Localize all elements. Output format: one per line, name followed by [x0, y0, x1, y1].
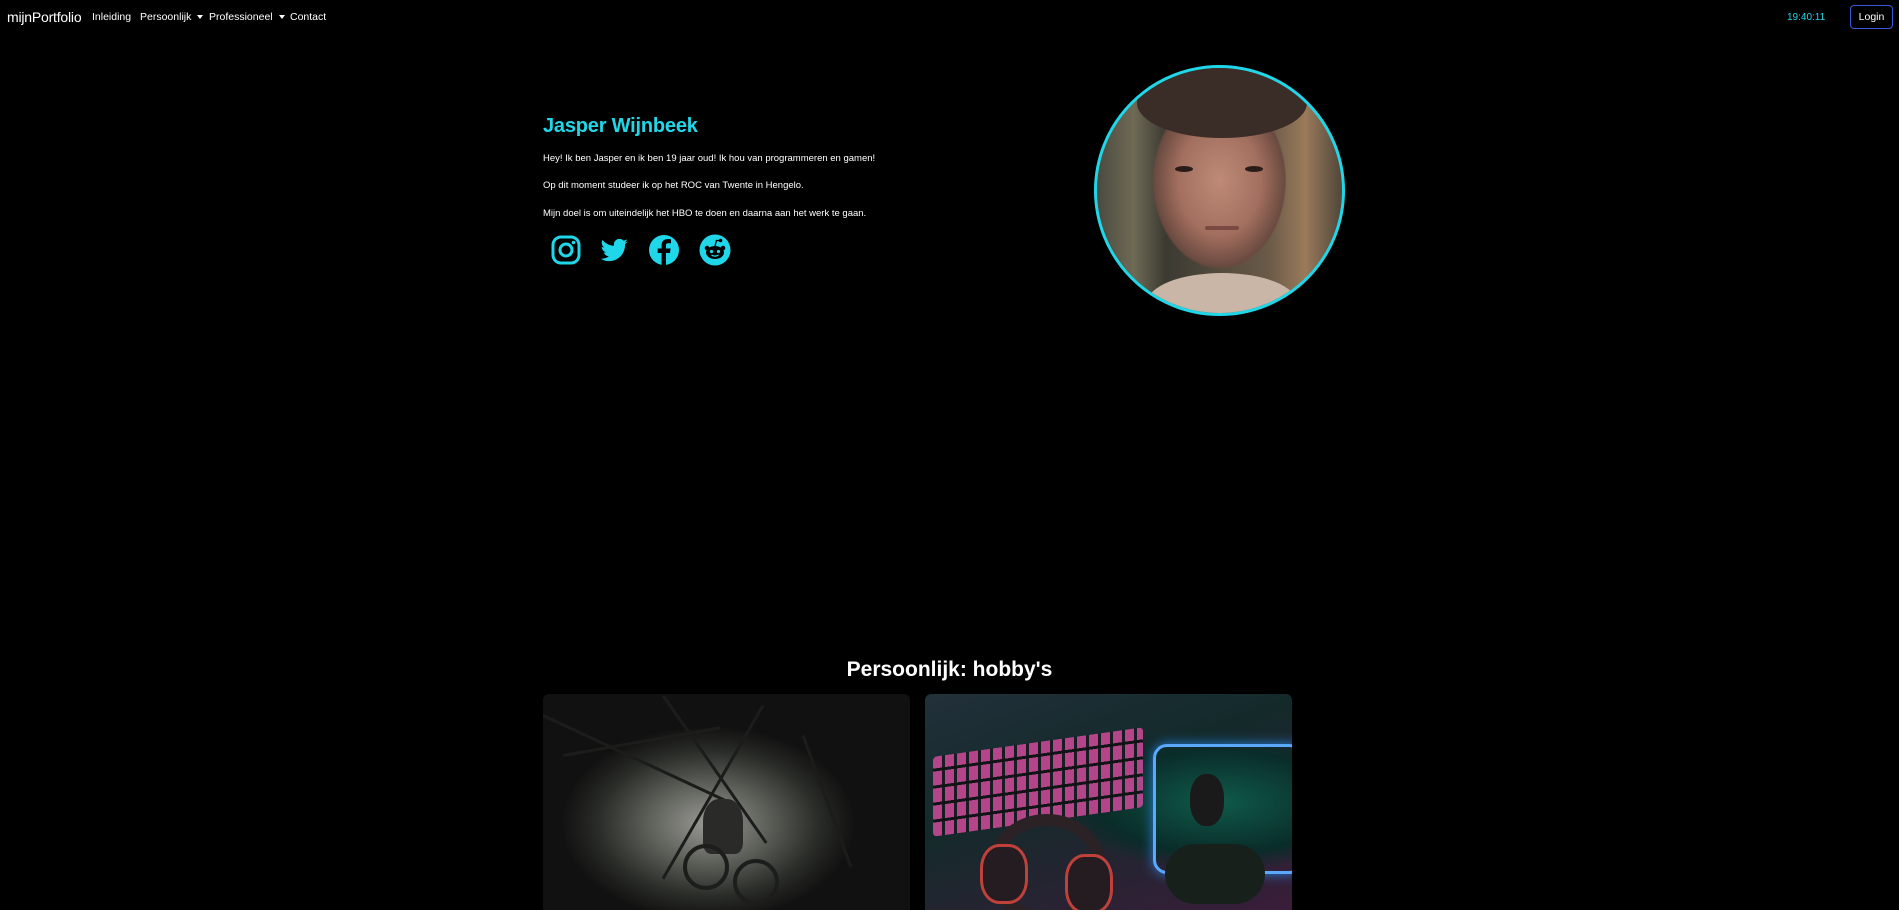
intro-paragraph: Mijn doel is om uiteindelijk het HBO te …	[543, 208, 867, 219]
nav-link-label: Inleiding	[92, 11, 132, 23]
nav-link-contact[interactable]: Contact	[290, 11, 326, 23]
nav-link-label: Persoonlijk	[140, 11, 192, 23]
nav-link-label: Professioneel	[209, 11, 273, 23]
clock: 19:40:11	[1787, 12, 1826, 23]
caret-down-icon	[278, 15, 285, 19]
brand-link[interactable]: mijnPortfolio	[7, 9, 82, 25]
photo-headset-cup	[1065, 854, 1113, 910]
login-button[interactable]: Login	[1850, 5, 1893, 29]
intro-paragraph: Op dit moment studeer ik op het ROC van …	[543, 180, 804, 191]
caret-down-icon	[197, 15, 204, 19]
nav-dropdown-persoonlijk[interactable]: Persoonlijk	[140, 11, 204, 23]
intro-name: Jasper Wijnbeek	[543, 115, 698, 137]
nav-link-label: Contact	[290, 11, 327, 23]
photo-branch	[801, 734, 853, 868]
profile-photo-mouth	[1205, 226, 1239, 230]
hobbies-title: Persoonlijk: hobby's	[846, 658, 1053, 681]
facebook-icon-svg	[649, 235, 679, 265]
profile-photo-eye	[1245, 166, 1263, 172]
twitter-icon-svg	[600, 238, 628, 262]
twitter-icon[interactable]	[597, 233, 631, 267]
photo-bike-wheel	[683, 844, 729, 890]
nav-dropdown-professioneel[interactable]: Professioneel	[209, 11, 285, 23]
photo-bike-wheel	[733, 859, 779, 905]
intro-paragraph: Hey! Ik ben Jasper en ik ben 19 jaar oud…	[543, 153, 876, 164]
instagram-icon-svg	[551, 235, 581, 265]
nav-link-inleiding[interactable]: Inleiding	[92, 11, 131, 23]
facebook-icon[interactable]	[647, 233, 681, 267]
profile-photo	[1094, 65, 1345, 316]
photo-mouse	[1190, 774, 1224, 826]
photo-headset-cup	[980, 844, 1028, 904]
hobby-card-mountain-biking[interactable]	[543, 694, 910, 910]
photo-branch	[543, 714, 725, 802]
reddit-icon-svg	[699, 234, 731, 266]
profile-photo-hair	[1137, 68, 1307, 138]
hobby-card-gaming[interactable]	[925, 694, 1292, 910]
photo-controller	[1165, 844, 1265, 904]
profile-photo-shirt	[1147, 273, 1297, 313]
profile-photo-eye	[1175, 166, 1193, 172]
reddit-icon[interactable]	[698, 233, 732, 267]
instagram-icon[interactable]	[549, 233, 583, 267]
navbar: mijnPortfolio Inleiding Persoonlijk Prof…	[0, 0, 1899, 35]
